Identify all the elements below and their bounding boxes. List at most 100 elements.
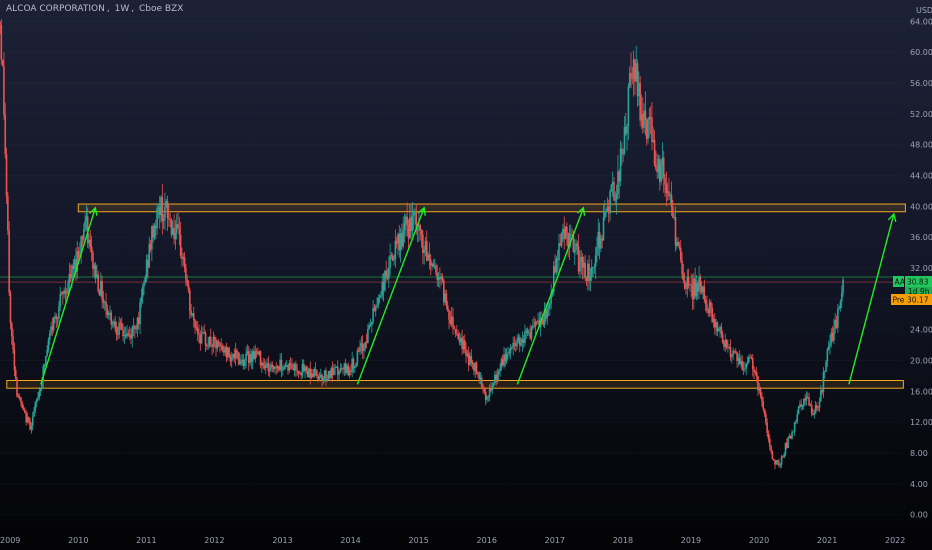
candle-body-629 bbox=[822, 371, 825, 393]
y-tick-label-2: 8.00 bbox=[910, 449, 928, 458]
candle-body-255 bbox=[333, 368, 335, 376]
candle-body-613 bbox=[801, 406, 804, 408]
candle-body-480 bbox=[627, 86, 630, 126]
candle-body-149 bbox=[194, 319, 196, 328]
candle-body-13 bbox=[16, 378, 18, 397]
candle-body-447 bbox=[584, 262, 586, 278]
candle-body-610 bbox=[797, 406, 800, 415]
candle-body-551 bbox=[720, 327, 723, 334]
candle-body-350 bbox=[457, 333, 460, 340]
candle-body-589 bbox=[770, 446, 772, 452]
candle-body-596 bbox=[779, 464, 782, 466]
candle-body-45 bbox=[58, 306, 60, 319]
candle-body-505 bbox=[660, 164, 662, 182]
x-tick-label-6: 2015 bbox=[408, 536, 428, 545]
candle-body-30 bbox=[38, 391, 41, 398]
candle-body-539 bbox=[704, 299, 707, 305]
candle-body-81 bbox=[105, 301, 107, 309]
candle-body-208 bbox=[271, 364, 274, 367]
y-tick-label-10: 40.00 bbox=[910, 202, 932, 211]
candles-layer bbox=[0, 19, 844, 470]
candle-body-83 bbox=[107, 313, 110, 316]
pre-price-text: 30.17 bbox=[907, 296, 929, 305]
candle-body-109 bbox=[141, 286, 144, 297]
candle-body-507 bbox=[662, 157, 665, 178]
y-tick-label-6: 24.00 bbox=[910, 326, 932, 335]
candle-body-631 bbox=[825, 361, 827, 372]
zone-rect-1 bbox=[6, 380, 904, 389]
candle-body-538 bbox=[703, 286, 706, 300]
candle-body-161 bbox=[209, 336, 212, 345]
y-tick-label-4: 16.00 bbox=[910, 387, 932, 396]
x-tick-label-0: 2009 bbox=[0, 536, 20, 545]
candle-body-514 bbox=[672, 206, 674, 218]
candle-body-587 bbox=[767, 432, 770, 440]
candle-body-633 bbox=[827, 346, 830, 350]
candle-body-287 bbox=[374, 306, 377, 312]
candle-body-17 bbox=[21, 402, 24, 409]
candle-body-283 bbox=[369, 325, 372, 326]
candle-body-37 bbox=[47, 339, 50, 350]
candle-body-201 bbox=[262, 362, 264, 366]
candle-body-144 bbox=[187, 283, 190, 291]
candle-body-456 bbox=[596, 246, 598, 256]
candle-body-25 bbox=[31, 416, 34, 426]
ticker-text: AA bbox=[895, 278, 906, 287]
candle-body-369 bbox=[482, 387, 484, 390]
candle-body-234 bbox=[305, 366, 308, 371]
candle-body-10 bbox=[12, 336, 14, 350]
currency-label: USD bbox=[916, 6, 932, 15]
candle-body-376 bbox=[491, 386, 494, 391]
candle-body-138 bbox=[179, 234, 182, 257]
candle-body-625 bbox=[817, 407, 820, 409]
y-tick-label-15: 60.00 bbox=[910, 48, 932, 57]
candle-body-584 bbox=[763, 408, 766, 414]
candle-body-103 bbox=[134, 325, 136, 329]
candle-body-101 bbox=[131, 326, 134, 339]
candle-body-466 bbox=[609, 191, 611, 214]
candle-body-288 bbox=[376, 304, 378, 307]
candle-body-215 bbox=[280, 359, 283, 371]
candle-body-381 bbox=[497, 371, 500, 375]
candle-body-622 bbox=[813, 413, 816, 416]
candle-body-501 bbox=[655, 164, 657, 170]
candle-body-578 bbox=[755, 371, 758, 377]
candle-body-0 bbox=[0, 21, 1, 26]
candle-body-137 bbox=[178, 228, 181, 235]
candle-body-333 bbox=[435, 265, 437, 274]
trend-arrow-line-2 bbox=[516, 207, 585, 385]
candle-body-46 bbox=[59, 294, 62, 307]
candle-body-640 bbox=[837, 308, 839, 328]
candle-body-519 bbox=[678, 246, 681, 248]
candle-body-643 bbox=[840, 292, 843, 302]
candle-body-145 bbox=[189, 290, 191, 311]
chart-area[interactable]: ALCOA CORPORATION, 1W, Cboe BZX USD 0.00… bbox=[0, 0, 932, 550]
candle-body-129 bbox=[168, 218, 170, 220]
candle-body-41 bbox=[52, 317, 55, 331]
x-tick-label-9: 2018 bbox=[613, 536, 633, 545]
candle-body-12 bbox=[14, 369, 17, 379]
y-tick-label-14: 56.00 bbox=[910, 79, 932, 88]
candle-body-136 bbox=[177, 224, 179, 229]
candle-body-275 bbox=[359, 346, 361, 352]
candle-body-242 bbox=[316, 370, 318, 376]
candle-body-181 bbox=[236, 350, 238, 353]
x-tick-label-4: 2013 bbox=[272, 536, 292, 545]
candle-body-64 bbox=[82, 229, 85, 240]
price-chart-svg[interactable]: USD 0.004.008.0012.0016.0020.0024.0028.0… bbox=[0, 0, 932, 550]
trend-arrow-line-1 bbox=[356, 207, 425, 385]
candle-body-516 bbox=[674, 217, 677, 246]
candle-body-222 bbox=[289, 363, 292, 365]
candle-body-88 bbox=[114, 321, 117, 328]
candle-body-602 bbox=[787, 437, 789, 449]
x-tick-label-2: 2011 bbox=[136, 536, 156, 545]
candle-body-19 bbox=[24, 410, 26, 413]
candle-body-195 bbox=[254, 351, 257, 360]
candle-body-493 bbox=[644, 110, 647, 120]
candle-body-585 bbox=[765, 413, 767, 423]
candle-body-476 bbox=[622, 153, 624, 155]
badges-layer: AA 30.83 1d 9h Pre 30.17 bbox=[891, 276, 932, 305]
candle-body-401 bbox=[524, 331, 526, 343]
candle-body-78 bbox=[101, 280, 103, 300]
candle-body-26 bbox=[33, 410, 35, 417]
